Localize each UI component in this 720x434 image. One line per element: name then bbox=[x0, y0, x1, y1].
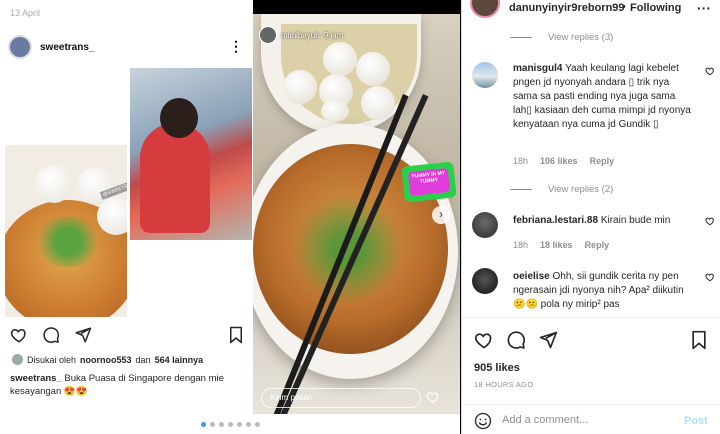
share-icon bbox=[75, 327, 92, 343]
separator-dot: • bbox=[622, 1, 626, 13]
view-replies-link[interactable]: View replies (2) bbox=[510, 184, 613, 195]
bookmark-icon bbox=[230, 326, 242, 344]
post-media[interactable]: 13 April sweetrans_ ⋮ @SWEETRANS Disukai… bbox=[0, 0, 460, 414]
carousel-indicator bbox=[0, 414, 460, 434]
heart-icon bbox=[10, 328, 26, 343]
carousel-dot bbox=[245, 421, 251, 427]
yummy-sticker: YUMMY IN MY TUMMY bbox=[401, 161, 457, 203]
bookmark-icon[interactable] bbox=[690, 330, 708, 350]
embedded-post-screenshot: 13 April sweetrans_ ⋮ @SWEETRANS Disukai… bbox=[0, 0, 253, 414]
post-actions bbox=[472, 330, 712, 350]
avatar[interactable] bbox=[472, 212, 498, 238]
more-options-icon: ⋮ bbox=[229, 38, 243, 54]
embedded-post-actions bbox=[10, 326, 246, 346]
carousel-dot bbox=[200, 421, 206, 427]
comments-panel: danunyinyir9reborn99 • Following ··· Vie… bbox=[461, 0, 720, 434]
heart-icon[interactable] bbox=[705, 66, 715, 76]
author-username[interactable]: danunyinyir9reborn99 bbox=[509, 2, 625, 14]
heart-icon bbox=[426, 392, 439, 403]
avatar[interactable] bbox=[472, 268, 498, 294]
heart-icon[interactable] bbox=[705, 272, 715, 282]
post-timestamp: 18 HOURS AGO bbox=[474, 380, 534, 389]
more-options-icon[interactable]: ··· bbox=[697, 0, 711, 16]
comment-text: manisgul4 Yaah keulang lagi kebelet pnge… bbox=[513, 63, 691, 130]
story-header: mimibayuh 9 jam bbox=[259, 26, 343, 44]
embedded-post-header: sweetrans_ bbox=[8, 32, 248, 62]
divider bbox=[462, 404, 720, 405]
chevron-right-icon[interactable]: › bbox=[432, 206, 450, 224]
share-icon[interactable] bbox=[538, 330, 558, 350]
embedded-username: sweetrans_ bbox=[40, 41, 95, 53]
comment-input[interactable] bbox=[502, 414, 662, 426]
carousel-dot bbox=[236, 421, 242, 427]
instagram-post-screen: 13 April sweetrans_ ⋮ @SWEETRANS Disukai… bbox=[0, 0, 720, 434]
comment-icon[interactable] bbox=[506, 330, 526, 350]
carousel-dot bbox=[218, 421, 224, 427]
post-header: danunyinyir9reborn99 • Following ··· bbox=[462, 0, 720, 18]
comment-text: oeielise Ohh, sii gundik cerita ny pen n… bbox=[513, 271, 684, 310]
view-replies-link[interactable]: View replies (3) bbox=[510, 32, 613, 43]
heart-icon[interactable] bbox=[705, 216, 715, 226]
comment-icon bbox=[43, 327, 60, 343]
add-comment-bar: Post bbox=[474, 412, 714, 432]
likes-count[interactable]: 905 likes bbox=[474, 362, 520, 374]
carousel-dot bbox=[227, 421, 233, 427]
comment-item: oeielise Ohh, sii gundik cerita ny pen n… bbox=[472, 268, 717, 316]
divider bbox=[462, 317, 720, 318]
avatar bbox=[259, 26, 277, 44]
avatar[interactable] bbox=[470, 0, 500, 18]
avatar bbox=[12, 354, 23, 365]
embedded-caption: sweetrans_ Buka Puasa di Singapore denga… bbox=[10, 373, 224, 397]
heart-icon[interactable] bbox=[474, 330, 494, 350]
photo-person-eating bbox=[130, 68, 252, 240]
post-button[interactable]: Post bbox=[684, 415, 708, 427]
following-button[interactable]: Following bbox=[630, 2, 681, 14]
comment-meta: 18h 106 likes Reply bbox=[513, 156, 615, 166]
comment-meta: 18h 18 likes Reply bbox=[513, 240, 610, 250]
reply-button[interactable]: Reply bbox=[590, 156, 615, 166]
carousel-dot bbox=[254, 421, 260, 427]
screenshot-date: 13 April bbox=[10, 8, 41, 18]
story-reply-field: Kirim pesan bbox=[261, 388, 421, 408]
photo-noodle-bowl: @SWEETRANS bbox=[5, 145, 127, 317]
embedded-story-screenshot: mimibayuh 9 jam YUMMY IN MY TUMMY › Kiri… bbox=[253, 14, 460, 414]
avatar bbox=[8, 35, 32, 59]
avatar[interactable] bbox=[472, 62, 498, 88]
comment-text: febriana.lestari.88 Kirain bude min bbox=[513, 215, 671, 226]
emoji-icon[interactable] bbox=[474, 412, 492, 430]
carousel-dot bbox=[209, 421, 215, 427]
reply-button[interactable]: Reply bbox=[585, 240, 610, 250]
embedded-liked-by: Disukai oleh noornoo553 dan 564 lainnya bbox=[12, 354, 248, 365]
